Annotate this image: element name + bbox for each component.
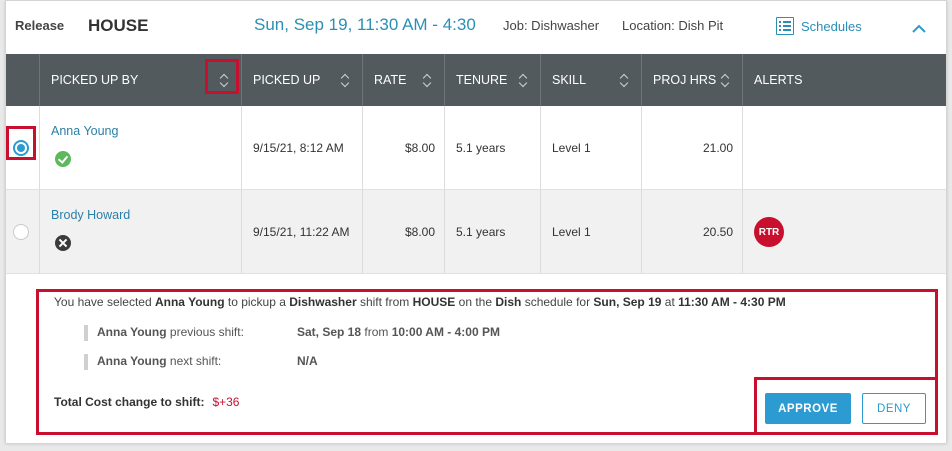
select-radio[interactable] — [13, 140, 29, 156]
shift-release-card: Release HOUSE Sun, Sep 19, 11:30 AM - 4:… — [5, 0, 947, 443]
employee-name-link[interactable]: Brody Howard — [51, 208, 130, 222]
sort-icon[interactable] — [340, 72, 350, 88]
x-circle-icon — [55, 235, 71, 251]
rate-cell: $8.00 — [363, 106, 445, 190]
column-label: PICKED UP — [253, 73, 321, 87]
proj-hrs-cell: 20.50 — [642, 190, 743, 274]
job-label: Job: Dishwasher — [503, 18, 600, 33]
schedules-label: Schedules — [801, 18, 862, 34]
previous-shift-employee: Anna Young — [97, 325, 167, 339]
selection-sentence: You have selected Anna Young to pickup a… — [54, 295, 786, 309]
location-label: Location: Dish Pit — [622, 18, 724, 33]
column-label: PROJ HRS — [653, 73, 717, 87]
schedules-link[interactable]: Schedules — [776, 15, 862, 37]
collapse-button[interactable] — [909, 19, 929, 39]
column-picked-up[interactable]: PICKED UP — [242, 54, 363, 106]
select-column-header — [6, 54, 40, 106]
shift-header: Release HOUSE Sun, Sep 19, 11:30 AM - 4:… — [6, 1, 946, 53]
skill-cell: Level 1 — [541, 106, 642, 190]
shift-date-range: Sun, Sep 19, 11:30 AM - 4:30 PM — [254, 15, 476, 34]
column-tenure[interactable]: TENURE — [445, 54, 541, 106]
column-label: TENURE — [456, 73, 508, 87]
sort-icon[interactable] — [619, 72, 629, 88]
picked-up-cell: 9/15/21, 8:12 AM — [242, 106, 363, 190]
picked-up-cell: 9/15/21, 11:22 AM — [242, 190, 363, 274]
alerts-cell: RTR — [743, 190, 948, 274]
next-shift-value: N/A — [297, 354, 318, 368]
column-skill[interactable]: SKILL — [541, 54, 642, 106]
sort-icon[interactable] — [422, 72, 432, 88]
skill-cell: Level 1 — [541, 190, 642, 274]
column-label: RATE — [374, 73, 407, 87]
approve-button[interactable]: APPROVE — [765, 393, 851, 424]
table-header: PICKED UP BY PICKED UP RATE TENURE SKILL… — [6, 54, 946, 106]
next-shift-employee: Anna Young — [97, 354, 167, 368]
column-proj-hrs[interactable]: PROJ HRS — [642, 54, 743, 106]
employee-name-link[interactable]: Anna Young — [51, 124, 118, 138]
rate-cell: $8.00 — [363, 190, 445, 274]
column-label: SKILL — [552, 73, 587, 87]
previous-shift-label: previous shift: — [166, 325, 244, 339]
tenure-cell: 5.1 years — [445, 106, 541, 190]
next-shift-row: Anna Young next shift: N/A — [84, 354, 318, 370]
sort-icon[interactable] — [219, 72, 229, 88]
table-row[interactable]: Brody Howard 9/15/21, 11:22 AM $8.00 5.1… — [6, 190, 946, 274]
sort-icon[interactable] — [720, 72, 730, 88]
picked-up-by-cell: Anna Young — [40, 106, 242, 190]
alerts-cell — [743, 106, 948, 190]
column-label: ALERTS — [754, 73, 803, 87]
select-cell[interactable] — [6, 190, 40, 274]
column-alerts: ALERTS — [743, 54, 948, 106]
chevron-up-icon — [912, 24, 926, 33]
selection-summary: You have selected Anna Young to pickup a… — [6, 275, 946, 443]
check-circle-icon — [55, 151, 71, 167]
total-cost-change: Total Cost change to shift: $+36 — [54, 395, 239, 409]
next-shift-label: next shift: — [166, 354, 222, 368]
sort-icon[interactable] — [518, 72, 528, 88]
previous-shift-row: Anna Young previous shift: Sat, Sep 18 f… — [84, 325, 500, 341]
column-rate[interactable]: RATE — [363, 54, 445, 106]
picked-up-by-cell: Brody Howard — [40, 190, 242, 274]
select-cell[interactable] — [6, 106, 40, 190]
table-row[interactable]: Anna Young 9/15/21, 8:12 AM $8.00 5.1 ye… — [6, 106, 946, 190]
select-radio[interactable] — [13, 224, 29, 240]
tenure-cell: 5.1 years — [445, 190, 541, 274]
column-picked-up-by[interactable]: PICKED UP BY — [40, 54, 242, 106]
rtr-alert-badge[interactable]: RTR — [754, 217, 784, 247]
total-cost-label: Total Cost change to shift: — [54, 395, 205, 409]
schedule-list-icon — [776, 17, 794, 35]
proj-hrs-cell: 21.00 — [642, 106, 743, 190]
release-label: Release — [15, 18, 65, 33]
deny-button[interactable]: DENY — [862, 393, 926, 424]
total-cost-value: $+36 — [212, 395, 240, 409]
previous-shift-value: Sat, Sep 18 from 10:00 AM - 4:00 PM — [297, 325, 500, 339]
column-label: PICKED UP BY — [51, 73, 139, 87]
location-name: HOUSE — [88, 16, 149, 35]
